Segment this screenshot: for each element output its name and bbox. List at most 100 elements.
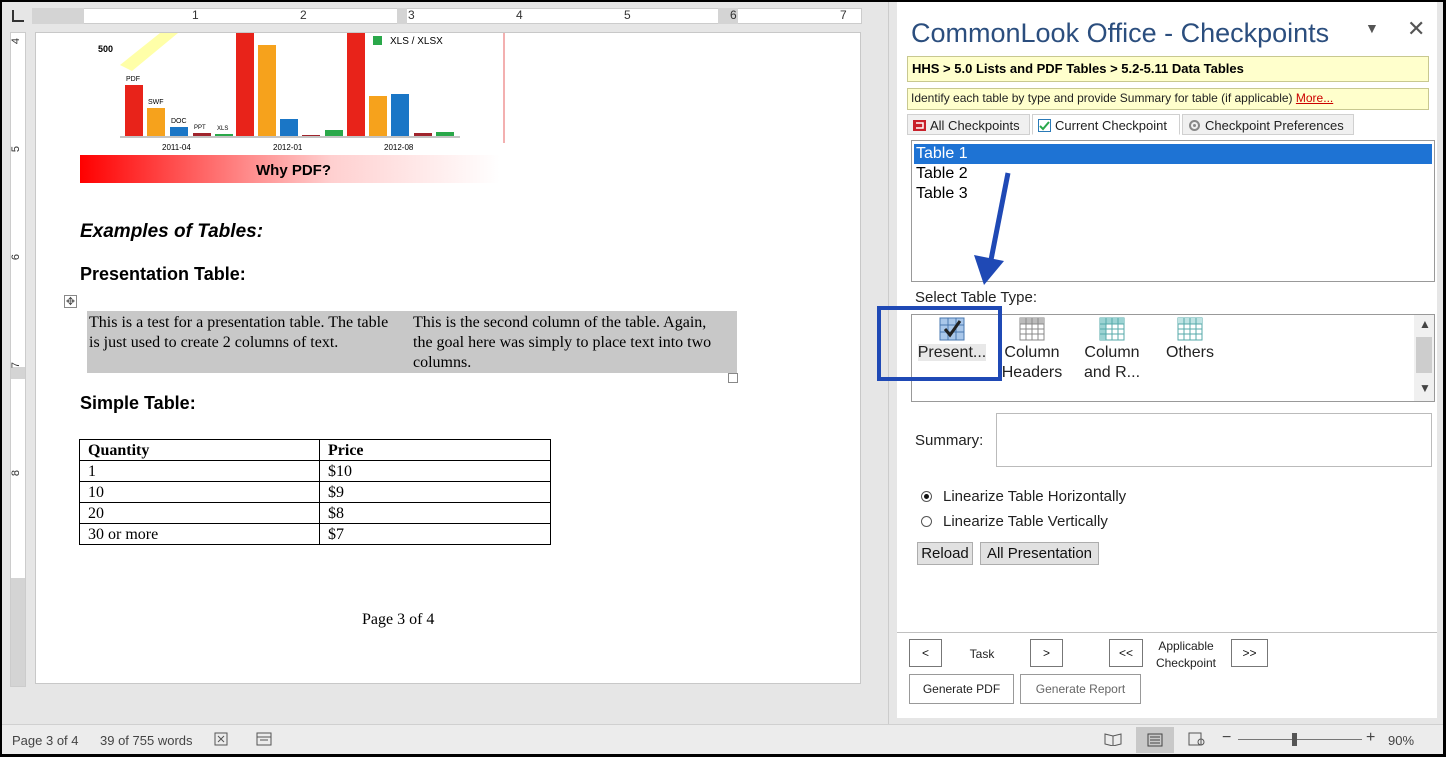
read-mode-icon[interactable] <box>1104 732 1122 746</box>
presentation-cell-1[interactable]: This is a test for a presentation table.… <box>89 313 394 353</box>
type-column-and-row-headers[interactable]: Column and R... <box>1072 317 1152 383</box>
tab-current-checkpoint[interactable]: Current Checkpoint <box>1032 114 1180 135</box>
simple-table[interactable]: Quantity Price 1 $10 10 $9 20 $8 30 or m… <box>79 439 551 545</box>
pane-options-icon[interactable]: ▼ <box>1365 20 1379 36</box>
table-cell[interactable]: 10 <box>79 481 320 503</box>
scrollbar-thumb[interactable] <box>1416 337 1432 373</box>
ruler-number: 5 <box>10 145 23 153</box>
zoom-level[interactable]: 90% <box>1388 733 1414 748</box>
table-cell[interactable]: 1 <box>79 460 320 482</box>
radio-selected-icon[interactable] <box>921 491 932 502</box>
description-text: Identify each table by type and provide … <box>911 91 1293 105</box>
header-price[interactable]: Price <box>319 439 551 461</box>
pane-divider <box>897 632 1437 633</box>
close-icon[interactable]: ✕ <box>1407 18 1425 40</box>
type-others[interactable]: Others <box>1150 317 1230 363</box>
table-cell[interactable]: $8 <box>319 502 551 524</box>
zoom-out-icon[interactable]: − <box>1222 729 1231 747</box>
web-layout-icon[interactable] <box>1188 732 1206 746</box>
tab-checkpoint-preferences[interactable]: Checkpoint Preferences <box>1182 114 1354 135</box>
ruler-number: 7 <box>840 8 847 22</box>
presentation-table[interactable]: This is a test for a presentation table.… <box>87 311 737 373</box>
table-cell[interactable]: 30 or more <box>79 523 320 545</box>
print-layout-button[interactable] <box>1136 727 1174 753</box>
table-cell[interactable]: $9 <box>319 481 551 503</box>
ruler-number: 8 <box>10 469 23 477</box>
table-listbox[interactable]: Table 1 Table 2 Table 3 <box>911 140 1435 285</box>
type-column-headers[interactable]: Column Headers <box>992 317 1072 383</box>
ruler-number: 5 <box>624 8 631 22</box>
page-footer: Page 3 of 4 <box>362 611 435 628</box>
all-presentation-button[interactable]: All Presentation <box>980 542 1099 565</box>
bar-label: PDF <box>126 76 140 83</box>
applicable-checkpoint-label: Applicable Checkpoint <box>1155 639 1217 670</box>
zoom-slider[interactable] <box>1238 739 1362 740</box>
type-label: Others <box>1165 344 1214 361</box>
table-row: 10 $9 <box>79 481 551 503</box>
annotation-arrow <box>974 172 1011 285</box>
task-label: Task <box>969 647 995 661</box>
why-pdf-chart-image: 500 PDF SWF DOC PPT XLS XLS / XLSX 2011-… <box>80 33 510 183</box>
annotation-highlight-box <box>877 306 1002 381</box>
table-cell[interactable]: $10 <box>319 460 551 482</box>
bar-label: PPT <box>194 125 206 131</box>
generate-report-button[interactable]: Generate Report <box>1020 674 1141 704</box>
prev-applicable-button[interactable]: << <box>1109 639 1143 667</box>
radio-unselected-icon[interactable] <box>921 516 932 527</box>
next-applicable-button[interactable]: >> <box>1231 639 1268 667</box>
checkpoint-description: Identify each table by type and provide … <box>907 88 1429 110</box>
ruler-margin-left <box>32 8 84 24</box>
header-quantity[interactable]: Quantity <box>79 439 320 461</box>
ruler-number: 4 <box>516 8 523 22</box>
bar-label: XLS <box>217 126 228 132</box>
next-task-button[interactable]: > <box>1030 639 1063 667</box>
summary-label: Summary: <box>915 432 984 449</box>
legend-label: XLS / XLSX <box>390 36 443 47</box>
zoom-in-icon[interactable]: + <box>1366 729 1375 747</box>
proofing-icon[interactable] <box>214 732 228 746</box>
x-tick-label: 2012-08 <box>384 143 414 152</box>
table-row: 30 or more $7 <box>79 523 551 545</box>
ruler-marker <box>11 367 25 379</box>
prev-task-button[interactable]: < <box>909 639 942 667</box>
document-page[interactable]: 500 PDF SWF DOC PPT XLS XLS / XLSX 2011-… <box>35 32 861 684</box>
tab-label: All Checkpoints <box>930 118 1020 133</box>
select-table-type-label: Select Table Type: <box>915 289 1038 306</box>
type-label: Column Headers <box>1001 344 1063 381</box>
ruler-number: 4 <box>10 37 23 45</box>
generate-pdf-button[interactable]: Generate PDF <box>909 674 1014 704</box>
ruler-column-gap[interactable] <box>397 8 407 24</box>
page-count[interactable]: Page 3 of 4 <box>12 733 79 748</box>
zoom-slider-thumb[interactable] <box>1292 733 1297 746</box>
table-move-icon[interactable]: ✥ <box>64 295 77 308</box>
more-link[interactable]: More... <box>1296 91 1333 105</box>
tab-all-checkpoints[interactable]: All Checkpoints <box>907 114 1030 135</box>
examples-heading: Examples of Tables: <box>80 221 264 242</box>
reload-button[interactable]: Reload <box>917 542 973 565</box>
chart-title: Why PDF? <box>256 162 331 179</box>
current-checkpoint-icon <box>1038 119 1051 132</box>
tab-label: Current Checkpoint <box>1055 118 1167 133</box>
scroll-down-icon[interactable]: ▼ <box>1419 381 1431 395</box>
table-cell[interactable]: 20 <box>79 502 320 524</box>
ruler-number: 6 <box>10 253 23 261</box>
table-header-row: Quantity Price <box>79 439 551 461</box>
vertical-ruler[interactable]: 4 5 6 7 8 <box>10 32 26 687</box>
scroll-up-icon[interactable]: ▲ <box>1419 317 1431 331</box>
presentation-cell-2[interactable]: This is the second column of the table. … <box>413 313 723 373</box>
chart-value-label: 500 <box>98 44 113 54</box>
list-item-table-1[interactable]: Table 1 <box>914 144 1432 164</box>
column-row-headers-table-icon <box>1099 317 1125 341</box>
print-layout-icon <box>1147 733 1163 747</box>
x-tick-label: 2012-01 <box>273 143 303 152</box>
column-headers-table-icon <box>1019 317 1045 341</box>
table-resize-handle[interactable] <box>728 373 738 383</box>
horizontal-ruler[interactable]: 1 2 3 4 5 6 7 <box>2 2 887 32</box>
macro-icon[interactable] <box>256 732 272 746</box>
word-count[interactable]: 39 of 755 words <box>100 733 193 748</box>
summary-input[interactable] <box>996 413 1432 467</box>
type-list-scrollbar[interactable]: ▲ ▼ <box>1414 315 1434 401</box>
type-label: Column and R... <box>1083 344 1141 381</box>
tab-stop-selector[interactable] <box>12 10 24 22</box>
table-cell[interactable]: $7 <box>319 523 551 545</box>
